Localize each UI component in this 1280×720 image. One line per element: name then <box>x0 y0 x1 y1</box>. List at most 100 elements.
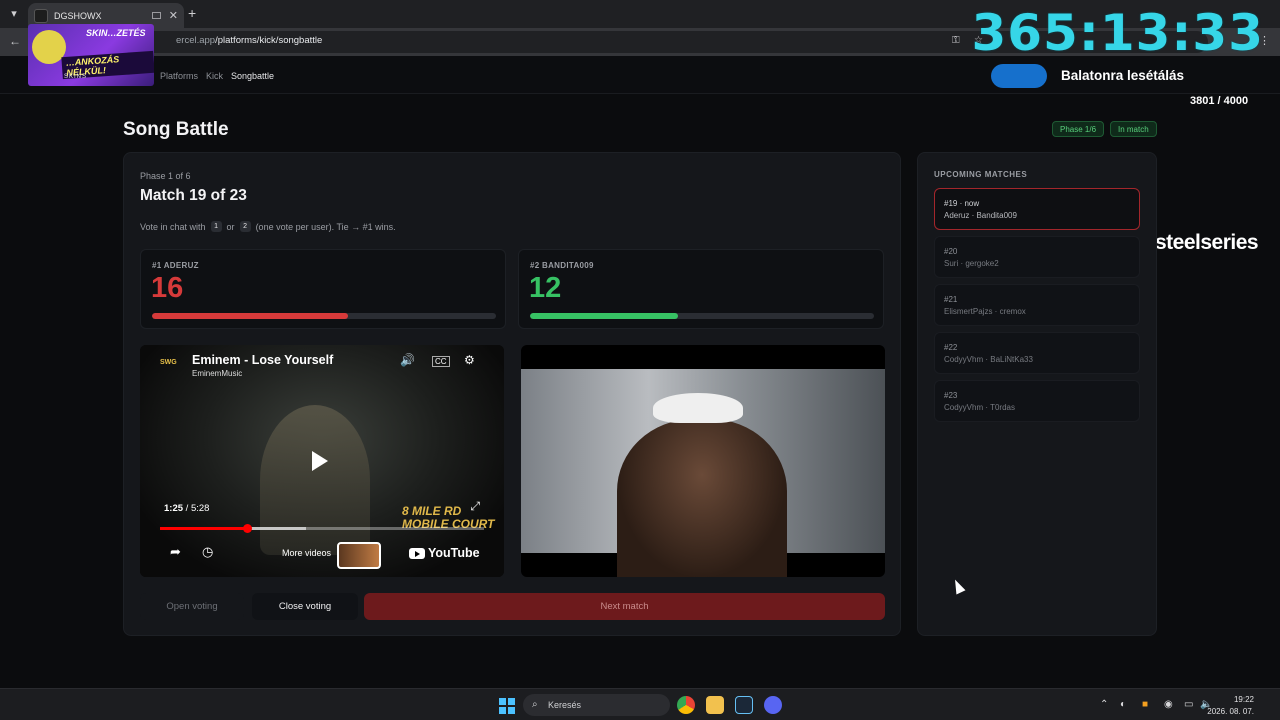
upcoming-title: UPCOMING MATCHES <box>934 170 1028 179</box>
goal-title: Balatonra lesétálás <box>1061 68 1185 83</box>
upcoming-item-num: #20 <box>944 247 958 256</box>
match-card: Phase 1 of 6 Match 19 of 23 Vote in chat… <box>123 152 901 636</box>
tab-media-icon[interactable] <box>151 12 161 19</box>
video-2-cap <box>653 393 743 423</box>
video-channel[interactable]: EminemMusic <box>192 369 242 378</box>
vote-instructions: Vote in chat with 1 or 2 (one vote per u… <box>140 221 396 232</box>
match-title: Match 19 of 23 <box>140 187 247 204</box>
upcoming-matches-panel: UPCOMING MATCHES #19 · now Aderuz · Band… <box>917 152 1157 636</box>
contestant-1-label: #1 ADERUZ <box>152 261 199 270</box>
promo-banner: SKIN…ZETÉS …ANKOZÁS NÉLKÜL! SKINS <box>28 24 154 86</box>
clock-time: 19:22 <box>1233 695 1254 704</box>
url-text[interactable]: ercel.app/platforms/kick/songbattle <box>176 35 322 46</box>
back-arrow-icon[interactable]: ← <box>9 34 21 48</box>
vote-key-2: 2 <box>239 221 251 232</box>
url-path: /platforms/kick/songbattle <box>215 35 323 46</box>
video-player-2[interactable] <box>521 345 885 577</box>
favicon-icon <box>34 8 48 23</box>
upcoming-item-num: #22 <box>944 343 958 352</box>
settings-gear-icon[interactable]: ⚙ <box>464 353 475 367</box>
tray-discord-icon[interactable]: ◉ <box>1164 699 1173 710</box>
vote-or: or <box>226 221 235 232</box>
close-voting-button[interactable]: Close voting <box>252 593 358 620</box>
upcoming-item-names: ElismertPajzs · cremox <box>944 307 1026 316</box>
contestant-2-score: 12 <box>529 272 562 304</box>
breadcrumb-songbattle[interactable]: Songbattle <box>231 71 274 81</box>
share-icon[interactable]: ➦ <box>170 544 181 560</box>
contestant-1-score: 16 <box>151 272 184 304</box>
video-progress-bar[interactable] <box>160 524 484 533</box>
channel-avatar[interactable]: SWG <box>160 359 184 375</box>
contestant-2-bar-fill <box>530 313 678 319</box>
search-icon: ⌕ <box>532 699 538 710</box>
upcoming-item-num: #23 <box>944 391 958 400</box>
search-placeholder: Keresés <box>548 700 582 710</box>
upcoming-item[interactable]: #20 Suri · gergoke2 <box>934 236 1140 278</box>
upcoming-item[interactable]: #19 · now Aderuz · Bandita009 <box>934 188 1140 230</box>
watch-later-icon[interactable]: ◷ <box>202 544 213 560</box>
upcoming-item[interactable]: #21 ElismertPajzs · cremox <box>934 284 1140 326</box>
contestant-1-bar <box>152 313 496 319</box>
youtube-logo[interactable]: YouTube <box>409 546 480 560</box>
upcoming-item-num: #19 · now <box>944 199 980 208</box>
open-voting-button[interactable]: Open voting <box>140 593 244 620</box>
contestant-2-card: #2 BANDITA009 12 <box>518 249 884 329</box>
promo-brand: SKINS <box>64 74 88 80</box>
windows-start-icon[interactable] <box>499 698 515 714</box>
contestant-1-card: #1 ADERUZ 16 <box>140 249 506 329</box>
upcoming-item-names: Suri · gergoke2 <box>944 259 999 268</box>
new-tab-icon[interactable]: + <box>188 5 196 21</box>
play-icon[interactable] <box>312 451 328 471</box>
contestant-2-bar <box>530 313 874 319</box>
video-player-1[interactable]: SWG Eminem - Lose Yourself EminemMusic 🔊… <box>140 345 504 577</box>
video-1-person <box>260 405 370 555</box>
contestant-2-label: #2 BANDITA009 <box>530 261 594 270</box>
key-icon[interactable]: ⚿ <box>952 35 960 46</box>
system-clock[interactable]: 19:22 2026. 08. 07. <box>1207 694 1254 718</box>
upcoming-item-names: Aderuz · Bandita009 <box>944 211 1017 220</box>
video-title[interactable]: Eminem - Lose Yourself <box>192 353 333 367</box>
clock-date: 2026. 08. 07. <box>1207 707 1254 716</box>
taskbar-search[interactable]: ⌕ Keresés <box>523 694 670 716</box>
tray-app-icon[interactable]: ■ <box>1142 699 1148 710</box>
captions-icon[interactable]: CC <box>432 356 450 367</box>
upcoming-item-names: CodyyVhm · BaLiNtKa33 <box>944 355 1033 364</box>
status-badge: In match <box>1110 121 1157 137</box>
tab-search-chevron-icon[interactable]: ▾ <box>6 6 22 22</box>
time-current: 1:25 <box>164 503 184 514</box>
page-title: Song Battle <box>123 119 229 140</box>
steam-icon[interactable] <box>735 696 753 714</box>
tab-close-icon[interactable]: ✕ <box>169 9 178 22</box>
network-icon[interactable]: ▭ <box>1184 699 1193 710</box>
upcoming-item[interactable]: #23 CodyyVhm · T0rdas <box>934 380 1140 422</box>
upcoming-item-names: CodyyVhm · T0rdas <box>944 403 1015 412</box>
video-2-frame <box>521 369 885 577</box>
youtube-icon <box>409 547 425 559</box>
vote-suffix: (one vote per user). Tie → #1 wins. <box>255 221 396 232</box>
phase-badge: Phase 1/6 <box>1052 121 1105 137</box>
taskbar: ⌕ Keresés ⌃ ◐ ■ ◉ ▭ 🔈 19:22 2026. 08. 07… <box>0 688 1280 720</box>
tray-chevron-icon[interactable]: ⌃ <box>1100 699 1108 710</box>
upcoming-item[interactable]: #22 CodyyVhm · BaLiNtKa33 <box>934 332 1140 374</box>
next-match-button[interactable]: Next match <box>364 593 885 620</box>
tray-steam-icon[interactable]: ◐ <box>1120 699 1126 710</box>
goal-progress-pill <box>991 64 1047 88</box>
promo-line1: SKIN…ZETÉS <box>86 28 146 38</box>
more-videos-label[interactable]: More videos <box>282 548 331 558</box>
upcoming-item-num: #21 <box>944 295 958 304</box>
youtube-wordmark: YouTube <box>428 546 480 560</box>
stream-timer: 365:13:33 <box>971 4 1264 62</box>
breadcrumb-platforms[interactable]: Platforms <box>160 71 198 81</box>
phase-label: Phase 1 of 6 <box>140 171 191 181</box>
tab-title: DGSHOWX <box>54 10 102 21</box>
sponsor-name: steelseries <box>1155 231 1259 254</box>
volume-icon[interactable]: 🔊 <box>400 353 415 367</box>
video-2-person <box>617 419 787 577</box>
file-explorer-icon[interactable] <box>706 696 724 714</box>
discord-icon[interactable] <box>764 696 782 714</box>
more-videos-thumbnail[interactable] <box>337 542 381 569</box>
fullscreen-icon[interactable]: ⤢ <box>470 499 480 514</box>
breadcrumb-kick[interactable]: Kick <box>206 71 223 81</box>
video-progress-fill <box>160 527 248 530</box>
chrome-icon[interactable] <box>677 696 695 714</box>
